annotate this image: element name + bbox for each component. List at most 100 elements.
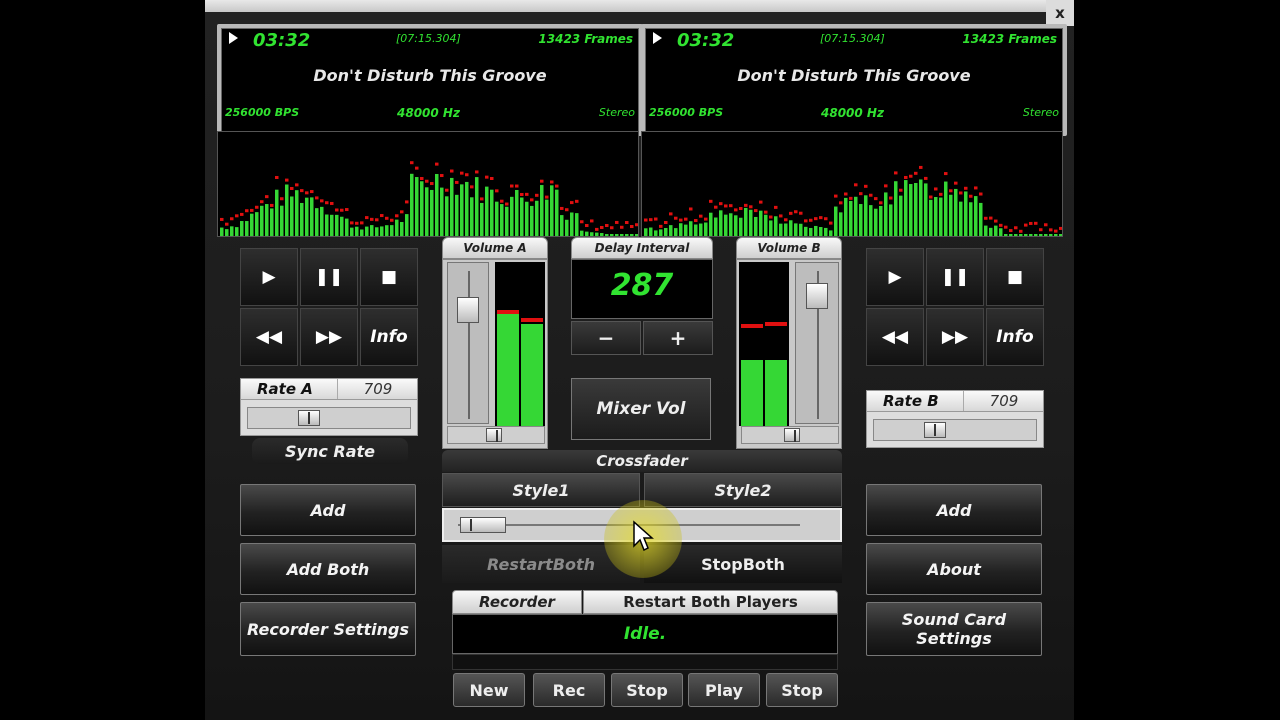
- spectrum-bar: [290, 196, 294, 236]
- volume-a-slider[interactable]: [447, 262, 489, 424]
- spectrum-peak: [585, 224, 589, 228]
- spectrum-bar: [600, 233, 604, 236]
- spectrum-peak: [225, 222, 229, 226]
- deck-b-time: 03:32: [677, 30, 735, 51]
- about-button[interactable]: About: [866, 543, 1042, 595]
- spectrum-peak: [819, 216, 823, 220]
- pause-icon: ❚❚: [940, 267, 970, 287]
- deck-a-play-button[interactable]: ▶: [240, 248, 298, 306]
- spectrum-peak: [984, 216, 988, 220]
- spectrum-peak: [1059, 226, 1062, 230]
- recorder-tab[interactable]: Recorder: [452, 590, 582, 614]
- spectrum-peak: [774, 205, 778, 209]
- volume-b-slider[interactable]: [795, 262, 839, 424]
- spectrum-peak: [470, 185, 474, 189]
- spectrum-peak: [914, 171, 918, 175]
- spectrum-peak: [430, 182, 434, 186]
- restart-both-players-tab[interactable]: Restart Both Players: [583, 590, 838, 614]
- spectrum-peak: [849, 196, 853, 200]
- rate-a-slider[interactable]: [247, 407, 411, 429]
- spectrum-peak: [779, 214, 783, 218]
- spectrum-peak: [909, 174, 913, 178]
- deck-b-stop-button[interactable]: ■: [986, 248, 1044, 306]
- deck-a-elapsed: [07:15.304]: [396, 32, 461, 45]
- spectrum-peak: [405, 200, 409, 204]
- deck-b-add-button[interactable]: Add: [866, 484, 1042, 536]
- spectrum-bar: [1044, 234, 1048, 236]
- crossfader-handle[interactable]: [460, 517, 506, 533]
- mixer-vol-button[interactable]: Mixer Vol: [571, 378, 711, 440]
- rate-b-slider-handle[interactable]: [924, 422, 946, 438]
- deck-b-forward-button[interactable]: ▶▶: [926, 308, 984, 366]
- deck-a-info-button[interactable]: Info: [360, 308, 418, 366]
- rate-a-header: Rate A 709: [241, 379, 417, 400]
- delay-plus-button[interactable]: +: [643, 321, 713, 355]
- spectrum-peak: [635, 223, 638, 227]
- spectrum-bar: [430, 189, 434, 236]
- deck-a-pause-button[interactable]: ❚❚: [300, 248, 358, 306]
- close-button[interactable]: x: [1046, 0, 1074, 26]
- deck-b-info-button[interactable]: Info: [986, 308, 1044, 366]
- deck-a-rewind-button[interactable]: ◀◀: [240, 308, 298, 366]
- spectrum-peak: [834, 194, 838, 198]
- sound-card-settings-button[interactable]: Sound Card Settings: [866, 602, 1042, 656]
- recorder-play-button[interactable]: Play: [688, 673, 760, 707]
- balance-b-slider[interactable]: [741, 426, 839, 444]
- volume-a-slider-handle[interactable]: [457, 297, 479, 323]
- spectrum-bar: [630, 234, 634, 236]
- recorder-progress: [452, 654, 838, 670]
- spectrum-bar: [610, 234, 614, 236]
- spectrum-peak: [879, 201, 883, 205]
- rate-a-slider-handle[interactable]: [298, 410, 320, 426]
- spectrum-peak: [605, 223, 609, 227]
- deck-b-play-button[interactable]: ▶: [866, 248, 924, 306]
- recorder-rec-button[interactable]: Rec: [533, 673, 605, 707]
- add-both-button[interactable]: Add Both: [240, 543, 416, 595]
- spectrum-peak: [1039, 228, 1043, 232]
- style1-button[interactable]: Style1: [442, 473, 640, 507]
- rate-a-value: 709: [337, 379, 418, 399]
- spectrum-bar: [989, 227, 993, 236]
- recorder-new-button[interactable]: New: [453, 673, 525, 707]
- crossfader-header: Crossfader: [442, 450, 842, 472]
- spectrum-peak: [330, 201, 334, 205]
- spectrum-bar: [999, 228, 1003, 236]
- spectrum-peak: [719, 202, 723, 206]
- spectrum-bar: [310, 197, 314, 236]
- spectrum-peak: [285, 178, 289, 182]
- recorder-stop-button[interactable]: Stop: [611, 673, 683, 707]
- spectrum-peak: [380, 214, 384, 218]
- spectrum-peak: [764, 210, 768, 214]
- spectrum-bar: [984, 225, 988, 236]
- sync-rate-button[interactable]: Sync Rate: [252, 438, 408, 464]
- spectrum-peak: [350, 221, 354, 225]
- deck-b-spectrum-graph: [644, 165, 1062, 236]
- spectrum-bar: [979, 202, 983, 236]
- spectrum-peak: [664, 220, 668, 224]
- spectrum-bar: [500, 204, 504, 236]
- spectrum-peak: [335, 208, 339, 212]
- volume-b-slider-handle[interactable]: [806, 283, 828, 310]
- spectrum-bar: [709, 212, 713, 236]
- spectrum-bar: [360, 229, 364, 236]
- recorder-playback-stop-button[interactable]: Stop: [766, 673, 838, 707]
- deck-a-stop-button[interactable]: ■: [360, 248, 418, 306]
- spectrum-bar: [465, 181, 469, 236]
- spectrum-bar: [684, 224, 688, 236]
- spectrum-peak: [275, 175, 279, 179]
- delay-minus-button[interactable]: −: [571, 321, 641, 355]
- style2-button[interactable]: Style2: [644, 473, 842, 507]
- spectrum-bar: [869, 205, 873, 236]
- deck-b-rewind-button[interactable]: ◀◀: [866, 308, 924, 366]
- spectrum-bar: [714, 217, 718, 236]
- recorder-settings-button[interactable]: Recorder Settings: [240, 602, 416, 656]
- play-icon: ▶: [888, 267, 902, 287]
- deck-a-forward-button[interactable]: ▶▶: [300, 308, 358, 366]
- spectrum-bar: [899, 195, 903, 236]
- balance-a-handle[interactable]: [486, 428, 502, 442]
- deck-b-pause-button[interactable]: ❚❚: [926, 248, 984, 306]
- deck-a-add-button[interactable]: Add: [240, 484, 416, 536]
- balance-b-handle[interactable]: [784, 428, 800, 442]
- rate-b-slider[interactable]: [873, 419, 1037, 441]
- balance-a-slider[interactable]: [447, 426, 545, 444]
